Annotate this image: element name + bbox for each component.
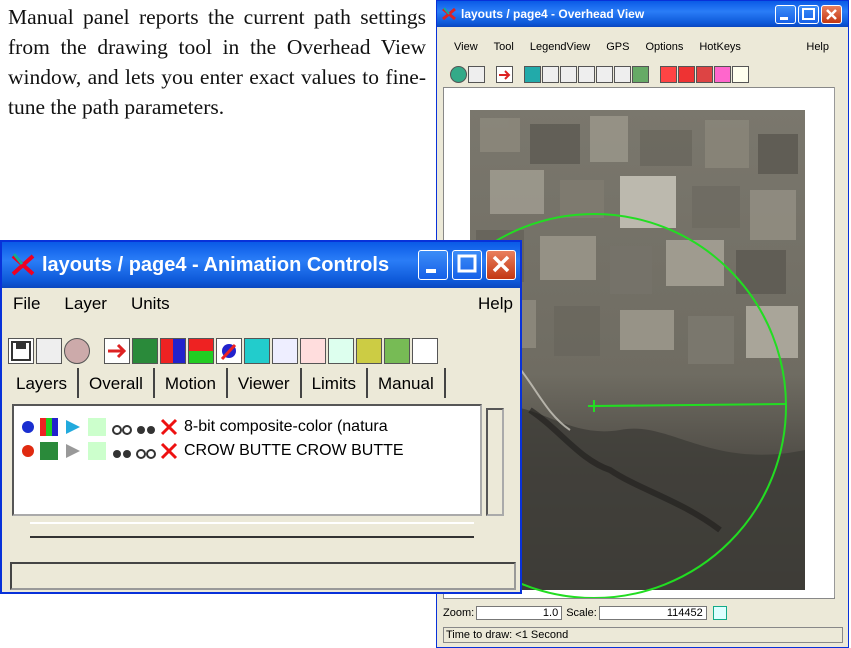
menu-tool[interactable]: Tool <box>494 41 514 59</box>
animation-controls-titlebar[interactable]: layouts / page4 - Animation Controls <box>2 242 520 288</box>
zoom-layer-icon[interactable] <box>614 65 631 83</box>
zoom-1x-icon[interactable] <box>596 65 613 83</box>
add-vector-icon[interactable] <box>216 338 242 364</box>
zoom-box-icon[interactable] <box>542 65 559 83</box>
maximize-button[interactable] <box>798 5 819 24</box>
maximize-button[interactable] <box>452 250 482 280</box>
menu-hotkeys[interactable]: HotKeys <box>699 41 741 59</box>
add-terrain-icon[interactable] <box>132 338 158 364</box>
view2-glasses-icon[interactable] <box>136 442 156 460</box>
remove-layer-icon[interactable] <box>160 442 178 460</box>
zoom-label: Zoom: <box>443 607 475 619</box>
scale-lock-icon[interactable] <box>712 606 727 620</box>
show-layer-icon[interactable] <box>64 442 82 460</box>
mosaic-icon[interactable] <box>632 65 649 83</box>
close-button[interactable] <box>486 250 516 280</box>
menu-spacer <box>757 41 790 59</box>
add-composite-icon[interactable] <box>188 338 214 364</box>
add-map-icon[interactable] <box>328 338 354 364</box>
tab-bar: Layers Overall Motion Viewer Limits Manu… <box>6 368 446 400</box>
pointer-icon[interactable] <box>678 65 695 83</box>
add-text-icon[interactable] <box>384 338 410 364</box>
time-to-draw-status: Time to draw: <1 Second <box>443 627 843 643</box>
add-database-icon[interactable] <box>356 338 382 364</box>
layer-controls-icon[interactable] <box>88 442 106 460</box>
layer-dot-icon[interactable] <box>22 421 34 433</box>
tab-overall[interactable]: Overall <box>79 368 155 398</box>
layer-list-horizontal-scrollbar[interactable] <box>30 522 474 538</box>
fullview-icon[interactable] <box>468 65 485 83</box>
tab-layers[interactable]: Layers <box>6 368 80 398</box>
tntmips-app-icon <box>10 252 36 278</box>
redraw-icon[interactable] <box>450 65 467 83</box>
menu-options[interactable]: Options <box>645 41 683 59</box>
scale-field[interactable]: 114452 <box>598 606 707 620</box>
animation-controls-toolbar <box>8 336 440 366</box>
remove-layer-icon[interactable] <box>160 418 178 436</box>
legend-icon[interactable] <box>732 65 749 83</box>
view1-glasses-icon[interactable] <box>112 418 132 436</box>
add-grid-icon[interactable] <box>300 338 326 364</box>
menu-help[interactable]: Help <box>478 294 513 318</box>
minimize-button[interactable] <box>775 5 796 24</box>
menu-units[interactable]: Units <box>131 294 170 318</box>
tab-motion[interactable]: Motion <box>155 368 228 398</box>
tab-viewer[interactable]: Viewer <box>228 368 302 398</box>
vertical-scrollbar[interactable] <box>834 87 847 597</box>
record-icon[interactable] <box>64 338 90 364</box>
layer-list: 8-bit composite-color (natura CROW BUTTE… <box>12 404 482 516</box>
layer-row[interactable]: CROW BUTTE CROW BUTTE <box>22 442 404 460</box>
tab-manual[interactable]: Manual <box>368 368 446 398</box>
layer-name: 8-bit composite-color (natura <box>184 418 388 435</box>
layer-dot-icon[interactable] <box>22 445 34 457</box>
zoom-scale-row: Zoom: 1.0 Scale: 114452 <box>443 605 843 621</box>
menu-layer[interactable]: Layer <box>64 294 107 318</box>
select-icon[interactable] <box>496 65 513 83</box>
zoom-field[interactable]: 1.0 <box>476 606 563 620</box>
show-layer-icon[interactable] <box>64 418 82 436</box>
menu-view[interactable]: View <box>454 41 478 59</box>
scale-label: Scale: <box>566 607 597 619</box>
add-rgb-icon[interactable] <box>160 338 186 364</box>
minimize-button[interactable] <box>418 250 448 280</box>
animation-controls-menubar: File Layer Units Help <box>5 294 517 318</box>
add-cad-icon[interactable] <box>272 338 298 364</box>
animation-controls-window: layouts / page4 - Animation Controls Fil… <box>0 240 522 594</box>
animation-status-bar <box>10 562 516 590</box>
document-paragraph: Manual panel reports the current path se… <box>8 5 426 119</box>
menu-gps[interactable]: GPS <box>606 41 629 59</box>
zoom-out-icon[interactable] <box>578 65 595 83</box>
tab-limits[interactable]: Limits <box>302 368 368 398</box>
raster-layer-icon <box>40 418 58 436</box>
add-shape-icon[interactable] <box>244 338 270 364</box>
path-tool-icon[interactable] <box>696 65 713 83</box>
menu-file[interactable]: File <box>13 294 40 318</box>
view1-glasses-icon[interactable] <box>112 442 131 460</box>
overhead-view-titlebar[interactable]: layouts / page4 - Overhead View <box>437 1 848 27</box>
pan-icon[interactable] <box>524 65 541 83</box>
layer-name: CROW BUTTE CROW BUTTE <box>184 442 404 459</box>
close-button[interactable] <box>821 5 842 24</box>
menu-help[interactable]: Help <box>806 41 829 59</box>
overhead-view-title: layouts / page4 - Overhead View <box>461 7 645 21</box>
layer-row[interactable]: 8-bit composite-color (natura <box>22 418 388 436</box>
save-icon[interactable] <box>8 338 34 364</box>
find-icon[interactable] <box>660 65 677 83</box>
overhead-view-menubar: View Tool LegendView GPS Options HotKeys… <box>440 41 845 59</box>
measure-icon[interactable] <box>714 65 731 83</box>
animation-controls-title: layouts / page4 - Animation Controls <box>42 253 390 276</box>
zoom-in-icon[interactable] <box>560 65 577 83</box>
menu-legendview[interactable]: LegendView <box>530 41 590 59</box>
tntmips-app-icon <box>441 6 457 22</box>
terrain-layer-icon <box>40 442 58 460</box>
add-layer-icon[interactable] <box>104 338 130 364</box>
layout-icon[interactable] <box>412 338 438 364</box>
view2-glasses-icon[interactable] <box>136 418 155 436</box>
overhead-view-toolbar <box>440 63 750 85</box>
layer-controls-icon[interactable] <box>88 418 106 436</box>
menu-spacer <box>194 294 454 318</box>
layer-list-vertical-scrollbar[interactable] <box>486 408 504 516</box>
open-icon[interactable] <box>36 338 62 364</box>
